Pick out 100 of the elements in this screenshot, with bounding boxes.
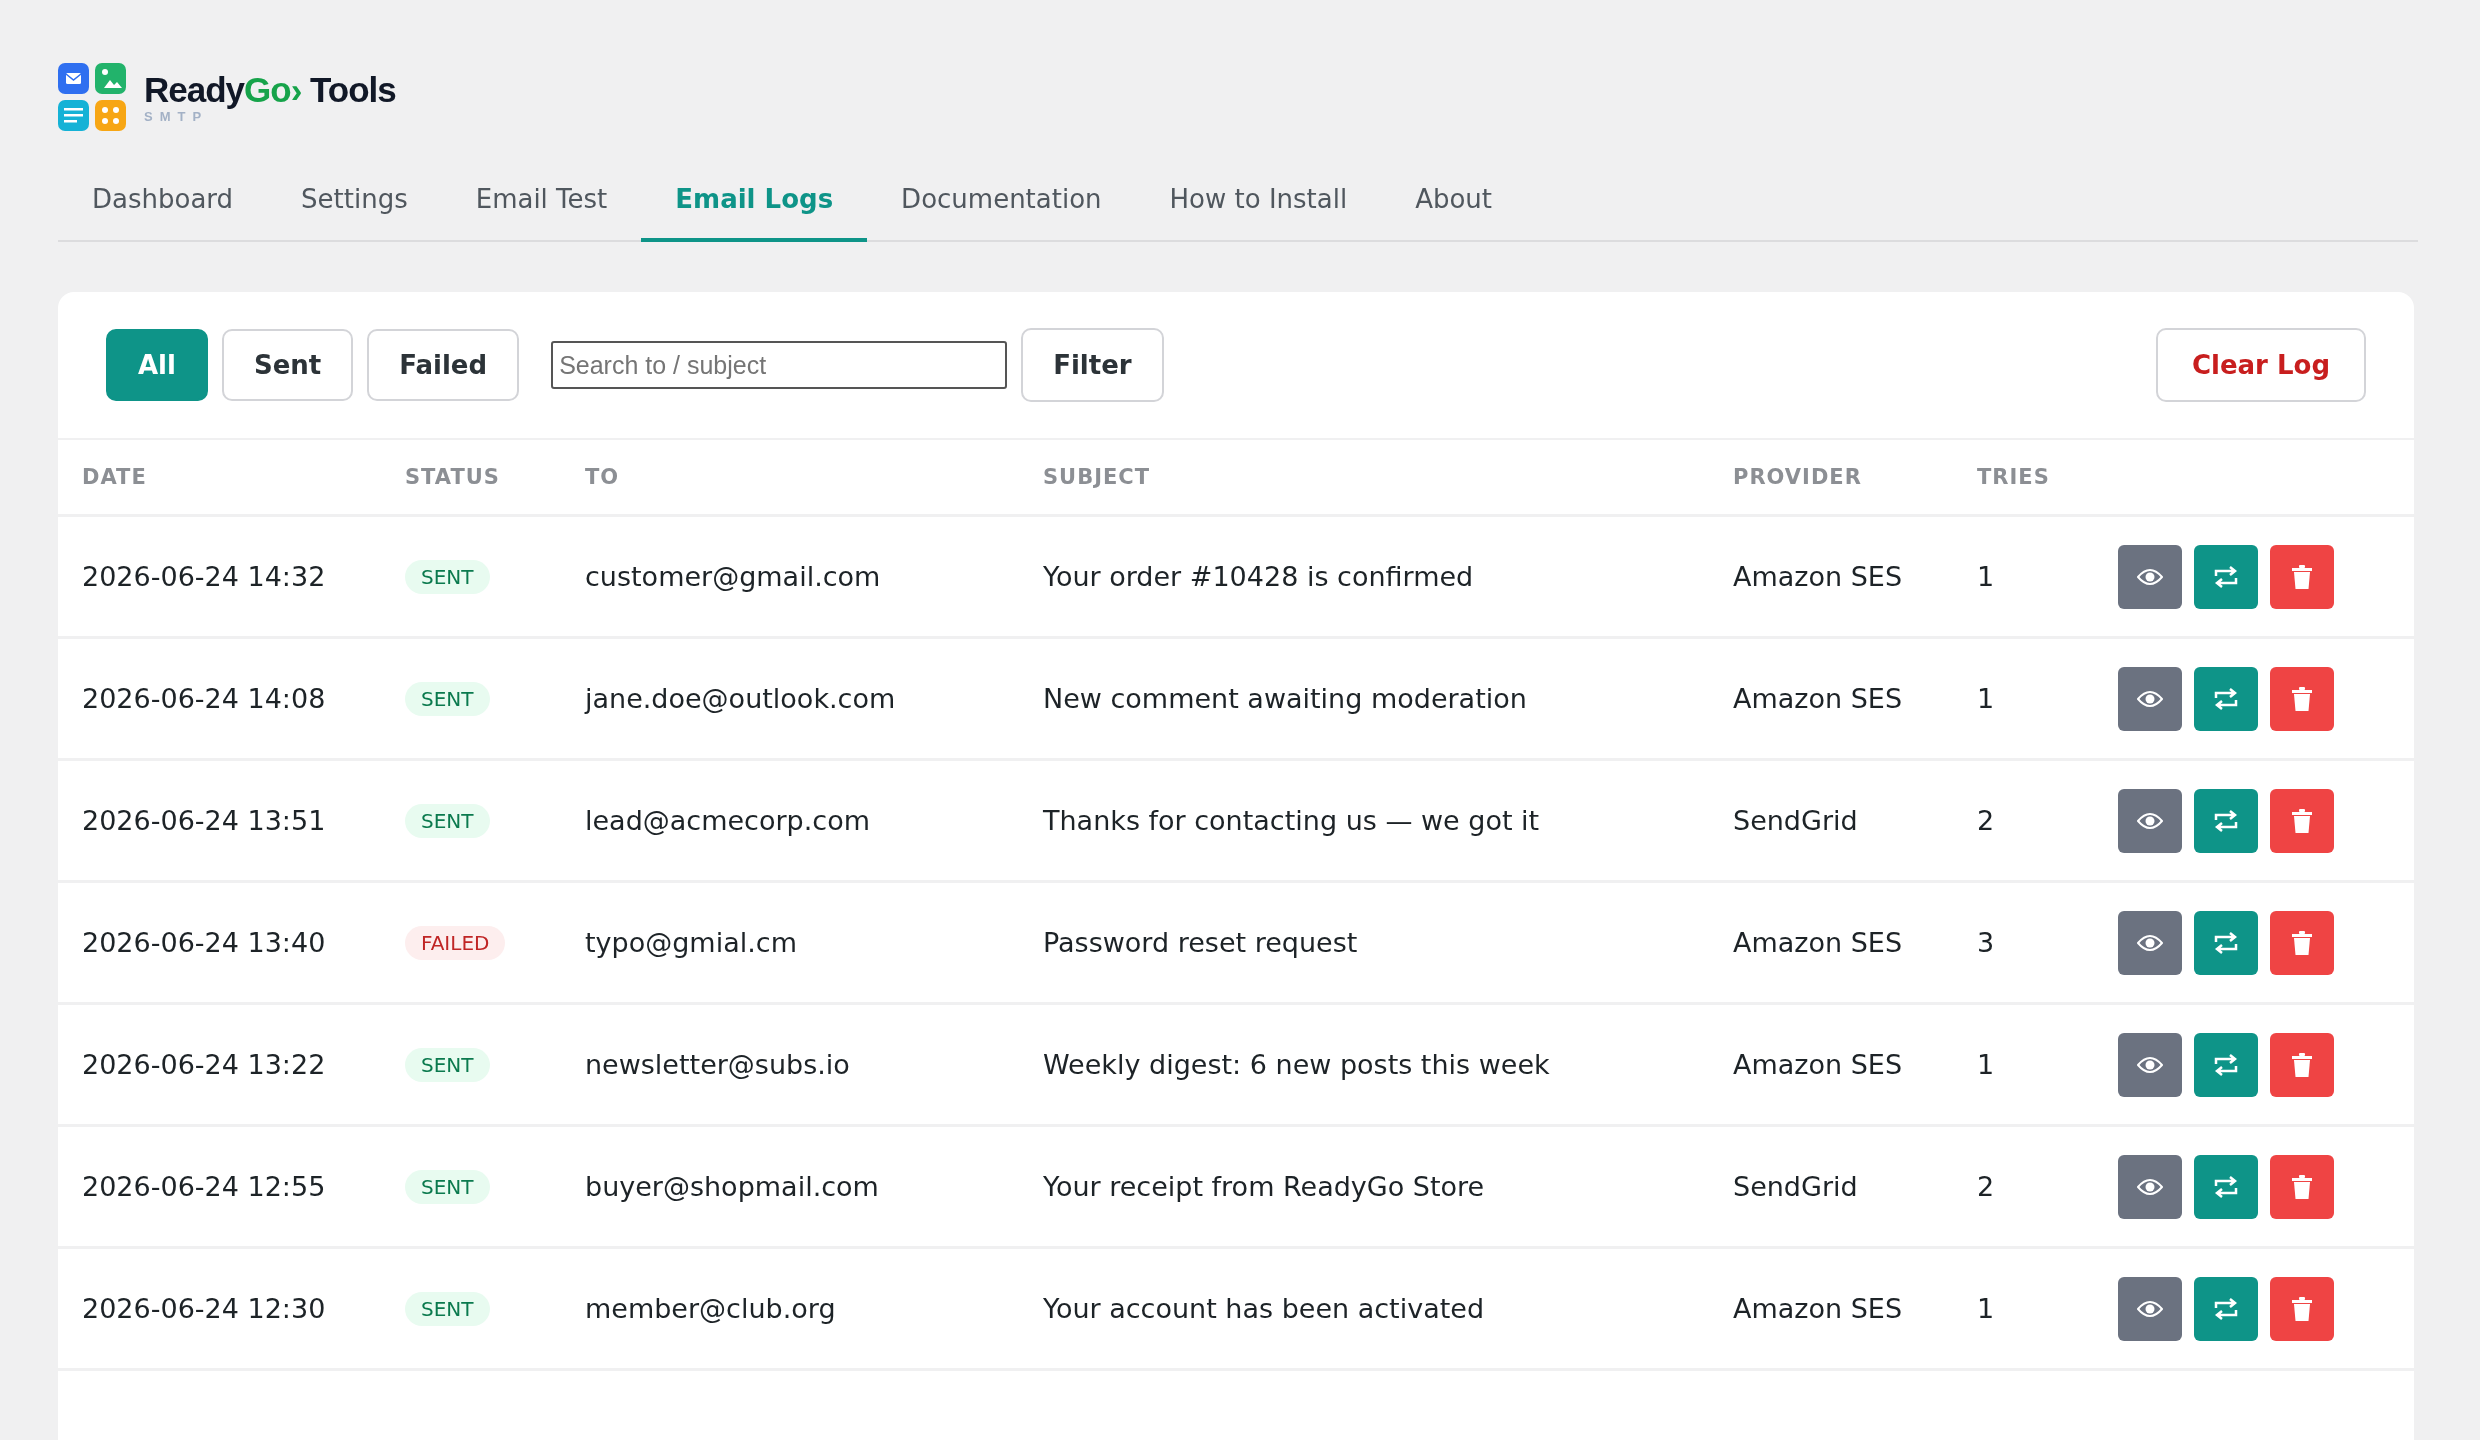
table-cell-text: 2026-06-24 13:40 — [82, 927, 327, 958]
search-field[interactable]: Search to / subject — [551, 341, 1008, 389]
delete-button[interactable] — [2270, 544, 2334, 609]
repeat-icon — [2213, 1052, 2239, 1077]
eye-icon — [2137, 811, 2163, 830]
status-badge: FAILED — [405, 925, 506, 960]
status-badge: SENT — [405, 803, 490, 838]
delete-button[interactable] — [2270, 910, 2334, 975]
brand-name: ReadyGo› Tools — [144, 72, 396, 109]
resend-button[interactable] — [2194, 1032, 2258, 1097]
trash-icon — [2291, 808, 2313, 833]
view-button[interactable] — [2118, 1154, 2182, 1219]
table-cell-text: 1 — [1977, 1049, 1996, 1080]
nav-tab[interactable]: Email Logs — [641, 164, 868, 242]
table-cell-text: 2 — [1977, 805, 1996, 836]
table-cell-text: SendGrid — [1733, 805, 1859, 836]
trash-icon — [2291, 1052, 2313, 1077]
column-header: PROVIDER — [1733, 465, 1863, 489]
table-cell-text: SendGrid — [1733, 1171, 1859, 1202]
table-cell-text: 1 — [1977, 1293, 1996, 1324]
trash-icon — [2291, 1296, 2313, 1321]
table-cell-text: member@club.org — [585, 1293, 837, 1324]
delete-button[interactable] — [2270, 1032, 2334, 1097]
filter-button[interactable]: Failed — [367, 329, 520, 401]
eye-icon — [2137, 1299, 2163, 1318]
table-cell-text: 3 — [1977, 927, 1996, 958]
table-cell-text: 2 — [1977, 1171, 1996, 1202]
nav-tab[interactable]: How to Install — [1135, 164, 1382, 242]
column-header: TO — [585, 465, 621, 489]
nav-tab[interactable]: Documentation — [867, 164, 1136, 242]
view-button[interactable] — [2118, 544, 2182, 609]
table-cell-text: typo@gmial.cm — [585, 927, 798, 958]
logo-icon — [58, 63, 128, 133]
eye-icon — [2137, 1177, 2163, 1196]
filter-button[interactable]: Filter — [1021, 328, 1164, 402]
table-cell-text: Password reset request — [1043, 927, 1359, 958]
view-button[interactable] — [2118, 910, 2182, 975]
table-cell-text: 2026-06-24 12:30 — [82, 1293, 327, 1324]
trash-icon — [2291, 686, 2313, 711]
table-cell-text: Weekly digest: 6 new posts this week — [1043, 1049, 1551, 1080]
delete-button[interactable] — [2270, 666, 2334, 731]
table-cell-text: buyer@shopmail.com — [585, 1171, 880, 1202]
status-badge: SENT — [405, 559, 490, 594]
repeat-icon — [2213, 1296, 2239, 1321]
table-cell-text: Amazon SES — [1733, 1293, 1904, 1324]
resend-button[interactable] — [2194, 1154, 2258, 1219]
repeat-icon — [2213, 930, 2239, 955]
status-badge: SENT — [405, 1169, 490, 1204]
table-cell-text: Your order #10428 is confirmed — [1043, 561, 1475, 592]
table-cell-text: jane.doe@outlook.com — [585, 683, 897, 714]
nav-tab[interactable]: Settings — [267, 164, 442, 242]
resend-button[interactable] — [2194, 1276, 2258, 1341]
table-cell-text: Your receipt from ReadyGo Store — [1043, 1171, 1486, 1202]
table-cell-text: Amazon SES — [1733, 561, 1904, 592]
filter-button[interactable]: All — [106, 329, 208, 401]
trash-icon — [2291, 564, 2313, 589]
table-cell-text: 2026-06-24 12:55 — [82, 1171, 327, 1202]
eye-icon — [2137, 689, 2163, 708]
repeat-icon — [2213, 564, 2239, 589]
delete-button[interactable] — [2270, 788, 2334, 853]
resend-button[interactable] — [2194, 910, 2258, 975]
table-cell-text: Amazon SES — [1733, 1049, 1904, 1080]
table-cell-text: newsletter@subs.io — [585, 1049, 851, 1080]
column-header: SUBJECT — [1043, 465, 1152, 489]
table-cell-text: 1 — [1977, 561, 1996, 592]
repeat-icon — [2213, 808, 2239, 833]
column-header: TRIES — [1977, 465, 2051, 489]
table-cell-text: 1 — [1977, 683, 1996, 714]
column-header: DATE — [82, 465, 148, 489]
nav-tab[interactable]: Email Test — [441, 164, 642, 242]
nav-tab[interactable]: Dashboard — [58, 164, 268, 242]
resend-button[interactable] — [2194, 788, 2258, 853]
view-button[interactable] — [2118, 666, 2182, 731]
table-cell-text: 2026-06-24 14:08 — [82, 683, 327, 714]
table-cell-text: 2026-06-24 14:32 — [82, 561, 327, 592]
table-cell-text: 2026-06-24 13:22 — [82, 1049, 327, 1080]
table-cell-text: Thanks for contacting us — we got it — [1043, 805, 1541, 836]
view-button[interactable] — [2118, 1032, 2182, 1097]
status-badge: SENT — [405, 681, 490, 716]
eye-icon — [2137, 567, 2163, 586]
view-button[interactable] — [2118, 788, 2182, 853]
table-cell-text: customer@gmail.com — [585, 561, 882, 592]
delete-button[interactable] — [2270, 1154, 2334, 1219]
resend-button[interactable] — [2194, 544, 2258, 609]
table-cell-text: Amazon SES — [1733, 927, 1904, 958]
table-cell-text: lead@acmecorp.com — [585, 805, 871, 836]
resend-button[interactable] — [2194, 666, 2258, 731]
nav-tab[interactable]: About — [1381, 164, 1527, 242]
column-header: STATUS — [405, 465, 501, 489]
table-cell-text: New comment awaiting moderation — [1043, 683, 1528, 714]
view-button[interactable] — [2118, 1276, 2182, 1341]
status-badge: SENT — [405, 1291, 490, 1326]
table-cell-text: Your account has been activated — [1043, 1293, 1486, 1324]
repeat-icon — [2213, 1174, 2239, 1199]
filter-button[interactable]: Sent — [221, 329, 354, 401]
eye-icon — [2137, 1055, 2163, 1074]
delete-button[interactable] — [2270, 1276, 2334, 1341]
eye-icon — [2137, 933, 2163, 952]
trash-icon — [2291, 1174, 2313, 1199]
clear-log-button[interactable]: Clear Log — [2155, 328, 2366, 402]
